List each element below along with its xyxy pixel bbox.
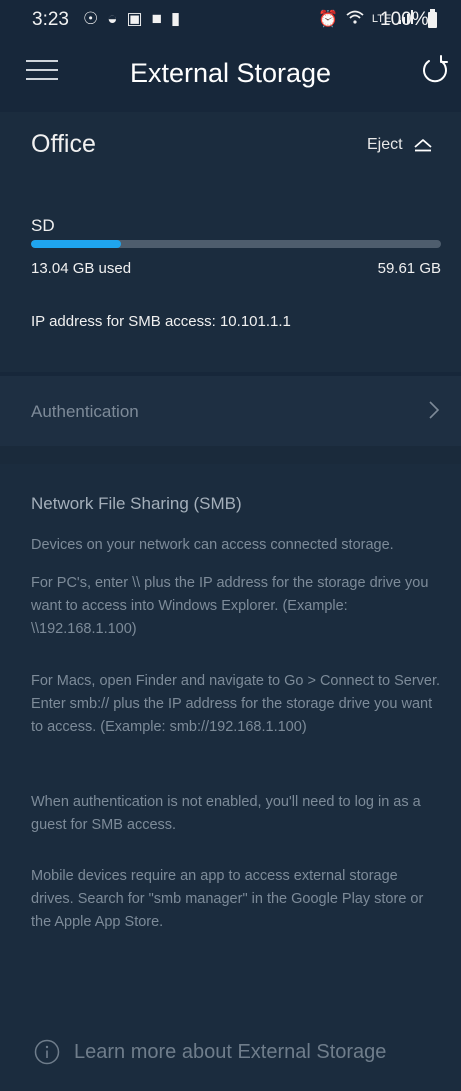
eject-icon <box>413 139 432 152</box>
eject-button[interactable]: Eject <box>367 136 433 154</box>
drive-name: Office <box>31 130 96 158</box>
info-paragraph: For Macs, open Finder and navigate to Go… <box>31 673 441 735</box>
status-bar: 3:23 ☉ ◒ ▣ ■ ▮ ⏰ LTE 100% <box>0 0 461 40</box>
storage-used: 13.04 GB used <box>31 260 132 277</box>
authentication-row[interactable]: Authentication <box>0 376 461 446</box>
chat-icon: ■ <box>151 9 162 28</box>
storage-usage-fill <box>31 240 121 248</box>
storage-usage-bar <box>31 240 441 248</box>
battery-icon <box>428 9 437 28</box>
page-title: External Storage <box>129 58 332 88</box>
chevron-right-icon <box>429 401 440 419</box>
battery-saver-icon: ▮ <box>170 9 181 28</box>
smb-info-section: Network File Sharing (SMB) Devices on yo… <box>0 464 461 1091</box>
notification-icon: ☉ <box>83 9 99 28</box>
status-left-icons: ☉ ◒ ▣ ■ ▮ <box>83 9 180 29</box>
app-header: External Storage <box>0 40 461 112</box>
screen: 3:23 ☉ ◒ ▣ ■ ▮ ⏰ LTE 100% External Stora… <box>0 0 461 1091</box>
gallery-icon: ▣ <box>126 9 143 28</box>
drive-card: Office Eject SD 13.04 GB used 59.61 GB I… <box>0 112 461 372</box>
learn-more-label: Learn more about External Storage <box>74 1040 387 1063</box>
refresh-icon[interactable] <box>419 55 451 87</box>
messenger-icon: ◒ <box>107 9 118 28</box>
alarm-icon: ⏰ <box>318 11 338 28</box>
smb-heading: Network File Sharing (SMB) <box>31 494 242 513</box>
status-time: 3:23 <box>32 9 69 30</box>
info-icon <box>34 1039 60 1065</box>
eject-label: Eject <box>367 136 403 153</box>
learn-more-link[interactable]: Learn more about External Storage <box>34 1039 386 1065</box>
storage-total: 59.61 GB <box>377 260 441 277</box>
info-paragraph: When authentication is not enabled, you'… <box>31 794 421 833</box>
info-paragraph: Mobile devices require an app to access … <box>31 868 424 930</box>
wifi-icon <box>346 10 364 29</box>
storage-type-label: SD <box>31 216 55 235</box>
battery-percent: 100% <box>380 9 429 30</box>
smb-ip-address: IP address for SMB access: 10.101.1.1 <box>31 313 291 330</box>
info-paragraph: For PC's, enter \\ plus the IP address f… <box>31 575 429 637</box>
authentication-label: Authentication <box>31 402 139 421</box>
info-paragraph: Devices on your network can access conne… <box>31 537 394 553</box>
